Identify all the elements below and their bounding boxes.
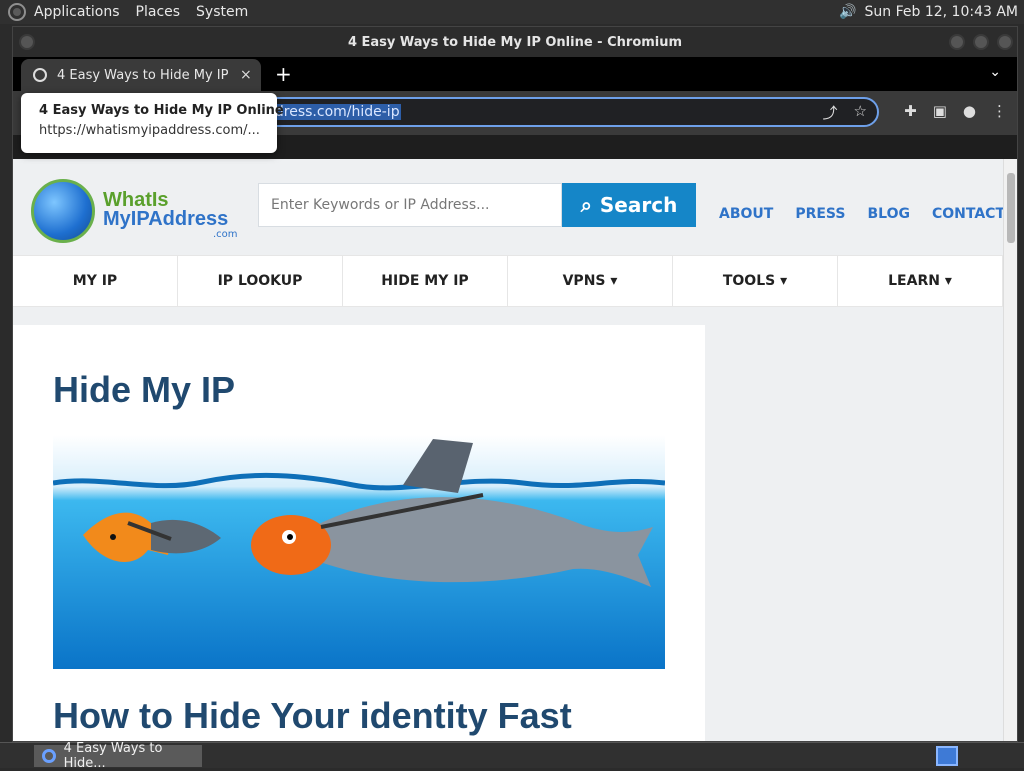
tab-search-icon[interactable]: ⌄ — [989, 64, 1001, 80]
side-panel-icon[interactable]: ▣ — [933, 102, 947, 120]
share-icon[interactable]: ⤴ — [823, 102, 838, 123]
system-menu[interactable]: System — [188, 4, 256, 20]
window-title: 4 Easy Ways to Hide My IP Online - Chrom… — [347, 34, 683, 50]
hover-card-url: https://whatismyipaddress.com/... — [39, 123, 260, 138]
profile-icon[interactable]: ● — [963, 102, 976, 120]
tab-hover-card: 4 Easy Ways to Hide My IP Online https:/… — [21, 93, 284, 153]
tab-title: 4 Easy Ways to Hide My IP Onl — [57, 67, 232, 83]
site-logo-globe-icon[interactable] — [31, 179, 95, 243]
nav-blog[interactable]: BLOG — [867, 206, 910, 222]
menu-my-ip[interactable]: MY IP — [13, 256, 178, 306]
url-text[interactable]: ddress.com/hide-ip — [265, 104, 401, 120]
browser-tab[interactable]: 4 Easy Ways to Hide My IP Onl × — [21, 59, 261, 91]
tray-icon[interactable] — [936, 746, 958, 766]
search-button[interactable]: ⌕ Search — [562, 183, 696, 227]
new-tab-button[interactable]: + — [275, 62, 292, 86]
bookmark-star-icon[interactable]: ☆ — [854, 102, 867, 123]
chromium-icon — [42, 749, 56, 763]
logo-line-3[interactable]: .com — [213, 229, 238, 240]
browser-menu-icon[interactable]: ⋮ — [992, 102, 1007, 120]
browser-window: 4 Easy Ways to Hide My IP Online - Chrom… — [12, 26, 1018, 742]
page-title: Hide My IP — [53, 369, 236, 410]
taskbar-window-label: 4 Easy Ways to Hide... — [63, 741, 163, 771]
menu-vpns[interactable]: VPNS ▾ — [508, 256, 673, 306]
article-subheading: How to Hide Your identity Fast — [53, 695, 572, 736]
maximize-icon[interactable] — [973, 34, 989, 50]
menu-ip-lookup[interactable]: IP LOOKUP — [178, 256, 343, 306]
places-menu[interactable]: Places — [128, 4, 189, 20]
window-menu-icon[interactable] — [19, 34, 35, 50]
article: Hide My IP How to Hide Your identity Fas… — [13, 325, 705, 741]
hero-image — [53, 435, 665, 669]
top-panel: Applications Places System 🔊 Sun Feb 12,… — [0, 0, 1024, 24]
nav-about[interactable]: ABOUT — [719, 206, 773, 222]
tab-close-icon[interactable]: × — [240, 67, 252, 83]
top-nav: ABOUT PRESS BLOG CONTACT — [719, 206, 1005, 222]
main-menu: MY IP IP LOOKUP HIDE MY IP VPNS ▾ TOOLS … — [13, 255, 1003, 307]
menu-hide-my-ip[interactable]: HIDE MY IP — [343, 256, 508, 306]
nav-contact[interactable]: CONTACT — [932, 206, 1005, 222]
extensions-icon[interactable]: ✚ — [904, 102, 917, 120]
menu-learn[interactable]: LEARN ▾ — [838, 256, 1003, 306]
clock[interactable]: Sun Feb 12, 10:43 AM — [865, 4, 1019, 20]
volume-icon[interactable]: 🔊 — [839, 4, 856, 20]
page-scrollbar[interactable] — [1003, 159, 1017, 741]
search-icon: ⌕ — [580, 193, 592, 217]
nav-press[interactable]: PRESS — [795, 206, 845, 222]
close-window-icon[interactable] — [997, 34, 1013, 50]
applications-menu[interactable]: Applications — [26, 4, 128, 20]
window-titlebar[interactable]: 4 Easy Ways to Hide My IP Online - Chrom… — [13, 27, 1017, 57]
minimize-icon[interactable] — [949, 34, 965, 50]
tab-strip: 4 Easy Ways to Hide My IP Onl × + ⌄ — [13, 57, 1017, 91]
site-search-input[interactable]: Enter Keywords or IP Address... — [258, 183, 562, 227]
hover-card-title: 4 Easy Ways to Hide My IP Online — [39, 103, 284, 118]
system-logo-icon[interactable] — [8, 3, 26, 21]
page-content: WhatIs MyIPAddress .com Enter Keywords o… — [13, 159, 1017, 741]
search-button-label: Search — [599, 193, 678, 217]
fish-shark-illustration — [53, 435, 665, 669]
bottom-taskbar: 4 Easy Ways to Hide... — [0, 741, 1024, 771]
taskbar-window-button[interactable]: 4 Easy Ways to Hide... — [34, 741, 202, 771]
site-header: WhatIs MyIPAddress .com Enter Keywords o… — [13, 159, 1005, 255]
scrollbar-thumb[interactable] — [1007, 173, 1015, 243]
globe-icon — [33, 68, 47, 82]
logo-line-2[interactable]: MyIPAddress — [103, 208, 228, 231]
menu-tools[interactable]: TOOLS ▾ — [673, 256, 838, 306]
